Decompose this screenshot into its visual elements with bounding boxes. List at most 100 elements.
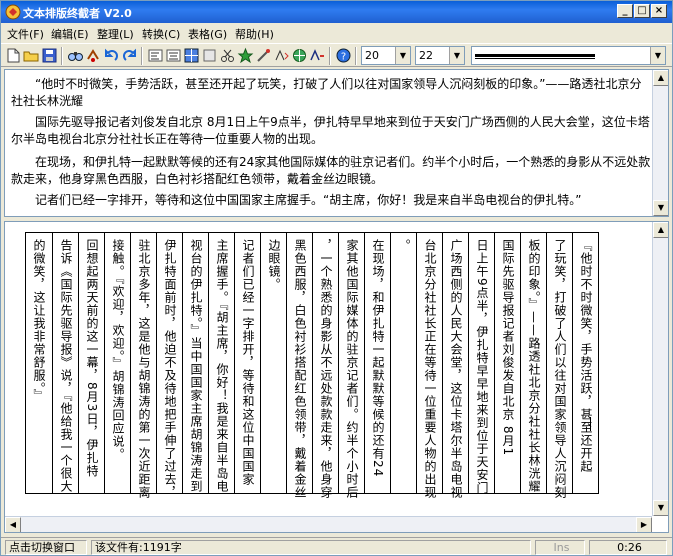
open-folder-icon[interactable] bbox=[23, 47, 40, 64]
format-icon[interactable] bbox=[273, 47, 290, 64]
vertical-text: 板的印象。』——路透社北京分社社长林洸耀 bbox=[527, 239, 541, 493]
text-paragraph: “他时不时微笑，手势活跃，甚至还开起了玩笑，打破了人们以往对国家领导人沉闷刻板的… bbox=[11, 77, 642, 108]
text-paragraph: 国际先驱导报记者刘俊发自北京 8月1日上午9点半，伊扎特早早地来到位于天安门广场… bbox=[11, 115, 650, 146]
vertical-text: 。 bbox=[397, 239, 411, 252]
text-paragraph: 记者们已经一字排开，等待和这位中国国家主席握手。“胡主席，你好！我是来自半岛电视… bbox=[35, 193, 582, 207]
status-char-count: 该文件有:1191字 bbox=[91, 540, 531, 555]
vertical-text-column: 驻北京多年，这是他与胡锦涛的第一次近距离 bbox=[130, 233, 156, 499]
align-left-icon[interactable] bbox=[147, 47, 164, 64]
vertical-text-column: 的微笑，这让我非常舒服。』 bbox=[26, 233, 52, 493]
new-file-icon[interactable] bbox=[5, 47, 22, 64]
border-style-select[interactable]: ▼ bbox=[471, 46, 666, 65]
chevron-down-icon[interactable]: ▼ bbox=[395, 47, 410, 64]
vertical-text: 了玩笑，打破了人们以往对国家领导人沉闷刻 bbox=[553, 239, 567, 499]
status-hint: 点击切换窗口 bbox=[5, 540, 87, 555]
source-text-pane[interactable]: “他时不时微笑，手势活跃，甚至还开起了玩笑，打破了人们以往对国家领导人沉闷刻板的… bbox=[4, 69, 669, 217]
menu-edit[interactable]: 编辑(E) bbox=[51, 26, 89, 42]
menu-table[interactable]: 表格(G) bbox=[188, 26, 227, 42]
replace-icon[interactable] bbox=[85, 47, 102, 64]
vertical-text-column: 在现场，和伊扎特一起默默等候的还有24 bbox=[364, 233, 390, 493]
menu-bar: 文件(F) 编辑(E) 整理(L) 转换(C) 表格(G) 帮助(H) bbox=[1, 23, 672, 43]
scroll-down-icon[interactable]: ▼ bbox=[653, 500, 668, 516]
tools-icon[interactable] bbox=[255, 47, 272, 64]
app-icon bbox=[5, 4, 21, 20]
scroll-left-icon[interactable]: ◀ bbox=[5, 517, 21, 532]
vertical-text: 驻北京多年，这是他与胡锦涛的第一次近距离 bbox=[137, 239, 151, 499]
svg-text:?: ? bbox=[341, 52, 346, 63]
close-button[interactable]: × bbox=[651, 4, 667, 18]
redo-icon[interactable] bbox=[121, 47, 138, 64]
vertical-text: 在现场，和伊扎特一起默默等候的还有24 bbox=[371, 239, 385, 478]
toolbar-separator bbox=[141, 47, 143, 65]
vertical-text: 伊扎特面前时，他迫不及待地把手伸了过去， bbox=[163, 239, 177, 499]
line-spacing-select[interactable]: 22 ▼ bbox=[415, 46, 465, 65]
globe-icon[interactable] bbox=[291, 47, 308, 64]
menu-file[interactable]: 文件(F) bbox=[7, 26, 44, 42]
vertical-text-column: 接触。『欢迎，欢迎。』胡锦涛回应说。 bbox=[104, 233, 130, 493]
chevron-down-icon[interactable]: ▼ bbox=[449, 47, 464, 64]
scroll-right-icon[interactable]: ▶ bbox=[636, 517, 652, 532]
vertical-text: 『他时不时微笑，手势活跃，甚至还开起 bbox=[579, 239, 593, 473]
vertical-text-column: 回想起两天前的这一幕，8月3日，伊扎特 bbox=[78, 233, 104, 493]
minimize-button[interactable]: _ bbox=[617, 4, 633, 18]
status-time: 0:26 bbox=[589, 540, 667, 555]
star-icon[interactable] bbox=[237, 47, 254, 64]
vertical-scrollbar[interactable]: ▲ ▼ bbox=[652, 222, 668, 516]
vertical-text-column: 了玩笑，打破了人们以往对国家领导人沉闷刻 bbox=[546, 233, 572, 499]
vertical-text-column: 。 bbox=[390, 233, 416, 493]
status-bar: 点击切换窗口 该文件有:1191字 Ins 0:26 bbox=[1, 537, 672, 555]
app-window: 文本排版终截者 V2.0 _ □ × 文件(F) 编辑(E) 整理(L) 转换(… bbox=[0, 0, 673, 556]
vertical-text: 黑色西服，白色衬衫搭配红色领带，戴着金丝 bbox=[293, 239, 307, 499]
undo-icon[interactable] bbox=[103, 47, 120, 64]
vertical-text: 家其他国际媒体的驻京记者们。约半个小时后 bbox=[345, 239, 359, 499]
vertical-text: 广场西侧的人民大会堂，这位卡塔尔半岛电视 bbox=[449, 239, 463, 499]
scroll-up-icon[interactable]: ▲ bbox=[653, 222, 668, 238]
vertical-scrollbar[interactable]: ▲ ▼ bbox=[652, 70, 668, 216]
maximize-button[interactable]: □ bbox=[634, 4, 650, 18]
vertical-text: 告诉《国际先驱导报》说，『他给我一个很大 bbox=[59, 239, 73, 493]
horizontal-scrollbar[interactable]: ◀ ▶ bbox=[5, 516, 652, 532]
vertical-text: 台北京分社社长正在等待一位重要人物的出现 bbox=[423, 239, 437, 499]
vertical-text-column: 日上午9点半，伊扎特早早地来到位于天安门 bbox=[468, 233, 494, 495]
status-insert-mode: Ins bbox=[535, 540, 585, 555]
vertical-text-column: 边眼镜。 bbox=[260, 233, 286, 493]
vertical-text-column: 国际先驱导报记者刘俊发自北京 8月1 bbox=[494, 233, 520, 493]
vertical-text: 记者们已经一字排开，等待和这位中国国家 bbox=[241, 239, 255, 486]
find-icon[interactable] bbox=[67, 47, 84, 64]
font-icon[interactable] bbox=[309, 47, 326, 64]
menu-convert[interactable]: 转换(C) bbox=[142, 26, 180, 42]
grid-icon[interactable] bbox=[183, 47, 200, 64]
vertical-text-column: 家其他国际媒体的驻京记者们。约半个小时后 bbox=[338, 233, 364, 499]
vertical-text: 的微笑，这让我非常舒服。』 bbox=[32, 239, 46, 402]
scroll-down-icon[interactable]: ▼ bbox=[653, 200, 668, 216]
vertical-text: 视台的伊扎特。』当中国国家主席胡锦涛走到 bbox=[189, 239, 203, 493]
vertical-text-column: 视台的伊扎特。』当中国国家主席胡锦涛走到 bbox=[182, 233, 208, 493]
toolbar-separator bbox=[355, 47, 357, 65]
border-style-preview bbox=[475, 54, 595, 59]
title-bar[interactable]: 文本排版终截者 V2.0 _ □ × bbox=[1, 1, 672, 23]
vertical-text: ，一个熟悉的身影从不远处款款走来，他身穿 bbox=[319, 239, 333, 499]
vertical-text-column: 伊扎特面前时，他迫不及待地把手伸了过去， bbox=[156, 233, 182, 499]
toolbar: ? 20 ▼ 22 ▼ ▼ bbox=[1, 43, 672, 67]
vertical-text-column: 记者们已经一字排开，等待和这位中国国家 bbox=[234, 233, 260, 493]
scroll-up-icon[interactable]: ▲ bbox=[653, 70, 668, 86]
vertical-text: 边眼镜。 bbox=[267, 239, 281, 291]
scissors-icon[interactable] bbox=[219, 47, 236, 64]
chevron-down-icon[interactable]: ▼ bbox=[650, 47, 665, 64]
vertical-text: 日上午9点半，伊扎特早早地来到位于天安门 bbox=[475, 239, 489, 495]
align-center-icon[interactable] bbox=[165, 47, 182, 64]
menu-arrange[interactable]: 整理(L) bbox=[97, 26, 134, 42]
box-icon[interactable] bbox=[201, 47, 218, 64]
vertical-layout-pane[interactable]: 『他时不时微笑，手势活跃，甚至还开起 了玩笑，打破了人们以往对国家领导人沉闷刻 板的… bbox=[4, 221, 669, 533]
menu-help[interactable]: 帮助(H) bbox=[235, 26, 274, 42]
save-icon[interactable] bbox=[41, 47, 58, 64]
vertical-text-column: 主席握手。『胡主席，你好！我是来自半岛电 bbox=[208, 233, 234, 493]
font-size-value: 20 bbox=[365, 49, 379, 62]
vertical-text-frame: 『他时不时微笑，手势活跃，甚至还开起 了玩笑，打破了人们以往对国家领导人沉闷刻 板的… bbox=[25, 232, 599, 499]
vertical-text-column: 台北京分社社长正在等待一位重要人物的出现 bbox=[416, 233, 442, 499]
vertical-text: 回想起两天前的这一幕，8月3日，伊扎特 bbox=[85, 239, 99, 478]
toolbar-separator bbox=[61, 47, 63, 65]
help-icon[interactable]: ? bbox=[335, 47, 352, 64]
font-size-select[interactable]: 20 ▼ bbox=[361, 46, 411, 65]
line-spacing-value: 22 bbox=[419, 49, 433, 62]
